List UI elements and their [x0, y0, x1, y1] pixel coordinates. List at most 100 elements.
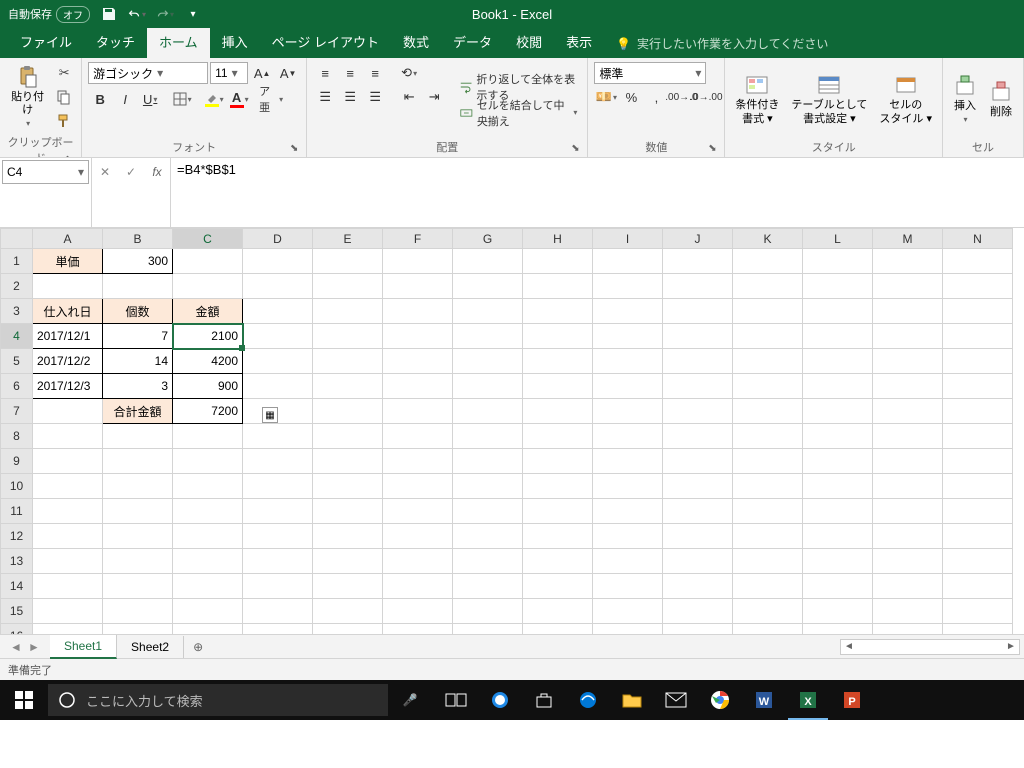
- cell-N1[interactable]: [943, 249, 1013, 274]
- cell-D4[interactable]: [243, 324, 313, 349]
- cell-J8[interactable]: [663, 424, 733, 449]
- cell-K14[interactable]: [733, 574, 803, 599]
- copy-button[interactable]: [53, 86, 75, 108]
- cell-N6[interactable]: [943, 374, 1013, 399]
- cell-F13[interactable]: [383, 549, 453, 574]
- cell-B4[interactable]: 7: [103, 324, 173, 349]
- undo-icon[interactable]: ▾: [128, 5, 146, 23]
- cell-E10[interactable]: [313, 474, 383, 499]
- bold-button[interactable]: B: [88, 88, 112, 110]
- cell-J16[interactable]: [663, 624, 733, 635]
- cell-C8[interactable]: [173, 424, 243, 449]
- tab-formulas[interactable]: 数式: [391, 25, 441, 58]
- explorer-icon[interactable]: [610, 680, 654, 720]
- taskbar-search[interactable]: ここに入力して検索: [48, 684, 388, 716]
- cell-A11[interactable]: [33, 499, 103, 524]
- increase-indent-button[interactable]: ⇥: [422, 86, 446, 108]
- cell-J13[interactable]: [663, 549, 733, 574]
- cell-A7[interactable]: [33, 399, 103, 424]
- row-header-8[interactable]: 8: [1, 424, 33, 449]
- cell-G1[interactable]: [453, 249, 523, 274]
- cell-L7[interactable]: [803, 399, 873, 424]
- cell-I4[interactable]: [593, 324, 663, 349]
- tab-data[interactable]: データ: [441, 25, 504, 58]
- cell-L13[interactable]: [803, 549, 873, 574]
- cell-B12[interactable]: [103, 524, 173, 549]
- cell-F8[interactable]: [383, 424, 453, 449]
- cell-N16[interactable]: [943, 624, 1013, 635]
- column-header-B[interactable]: B: [103, 229, 173, 249]
- cell-G2[interactable]: [453, 274, 523, 299]
- scroll-left-icon[interactable]: ◄: [841, 641, 857, 652]
- sheet-tab-sheet2[interactable]: Sheet2: [117, 636, 184, 658]
- cell-E12[interactable]: [313, 524, 383, 549]
- cell-E13[interactable]: [313, 549, 383, 574]
- cell-J9[interactable]: [663, 449, 733, 474]
- row-header-16[interactable]: 16: [1, 624, 33, 635]
- cell-I14[interactable]: [593, 574, 663, 599]
- cell-N7[interactable]: [943, 399, 1013, 424]
- format-painter-button[interactable]: [53, 110, 75, 132]
- cell-C3[interactable]: 金額: [173, 299, 243, 324]
- cell-K3[interactable]: [733, 299, 803, 324]
- cell-J1[interactable]: [663, 249, 733, 274]
- fill-color-button[interactable]: ▾: [202, 88, 226, 110]
- cell-K16[interactable]: [733, 624, 803, 635]
- cell-H14[interactable]: [523, 574, 593, 599]
- font-size-combo[interactable]: 11▾: [210, 62, 248, 84]
- cell-M4[interactable]: [873, 324, 943, 349]
- cell-K5[interactable]: [733, 349, 803, 374]
- fill-handle[interactable]: [239, 345, 245, 351]
- cell-N11[interactable]: [943, 499, 1013, 524]
- cell-A8[interactable]: [33, 424, 103, 449]
- cell-G4[interactable]: [453, 324, 523, 349]
- cell-D6[interactable]: [243, 374, 313, 399]
- cell-A16[interactable]: [33, 624, 103, 635]
- format-as-table-button[interactable]: テーブルとして 書式設定 ▾: [787, 62, 871, 137]
- cell-K4[interactable]: [733, 324, 803, 349]
- row-header-15[interactable]: 15: [1, 599, 33, 624]
- cell-A1[interactable]: 単価: [33, 249, 103, 274]
- cancel-formula-button[interactable]: ✕: [92, 162, 118, 182]
- cell-J10[interactable]: [663, 474, 733, 499]
- cell-L12[interactable]: [803, 524, 873, 549]
- cell-N8[interactable]: [943, 424, 1013, 449]
- cell-I16[interactable]: [593, 624, 663, 635]
- cell-D15[interactable]: [243, 599, 313, 624]
- start-button[interactable]: [0, 680, 48, 720]
- cell-B9[interactable]: [103, 449, 173, 474]
- cell-A10[interactable]: [33, 474, 103, 499]
- cell-I15[interactable]: [593, 599, 663, 624]
- cell-F6[interactable]: [383, 374, 453, 399]
- cell-K15[interactable]: [733, 599, 803, 624]
- cell-L11[interactable]: [803, 499, 873, 524]
- cell-D9[interactable]: [243, 449, 313, 474]
- cell-M2[interactable]: [873, 274, 943, 299]
- tab-touch[interactable]: タッチ: [84, 25, 147, 58]
- cell-G10[interactable]: [453, 474, 523, 499]
- cell-B14[interactable]: [103, 574, 173, 599]
- cell-I5[interactable]: [593, 349, 663, 374]
- cell-H15[interactable]: [523, 599, 593, 624]
- cell-N2[interactable]: [943, 274, 1013, 299]
- horizontal-scrollbar[interactable]: ◄ ►: [840, 639, 1020, 655]
- cell-J11[interactable]: [663, 499, 733, 524]
- cell-F2[interactable]: [383, 274, 453, 299]
- tab-insert[interactable]: 挿入: [210, 25, 260, 58]
- cell-L16[interactable]: [803, 624, 873, 635]
- cell-L6[interactable]: [803, 374, 873, 399]
- cell-M7[interactable]: [873, 399, 943, 424]
- sheet-nav-prev-icon[interactable]: ◄: [8, 639, 24, 655]
- column-header-H[interactable]: H: [523, 229, 593, 249]
- cell-M5[interactable]: [873, 349, 943, 374]
- row-header-10[interactable]: 10: [1, 474, 33, 499]
- cell-I6[interactable]: [593, 374, 663, 399]
- cell-L5[interactable]: [803, 349, 873, 374]
- cell-G6[interactable]: [453, 374, 523, 399]
- cell-L10[interactable]: [803, 474, 873, 499]
- cell-D5[interactable]: [243, 349, 313, 374]
- cell-L15[interactable]: [803, 599, 873, 624]
- align-bottom-button[interactable]: ≡: [363, 62, 387, 84]
- cell-K7[interactable]: [733, 399, 803, 424]
- cell-C10[interactable]: [173, 474, 243, 499]
